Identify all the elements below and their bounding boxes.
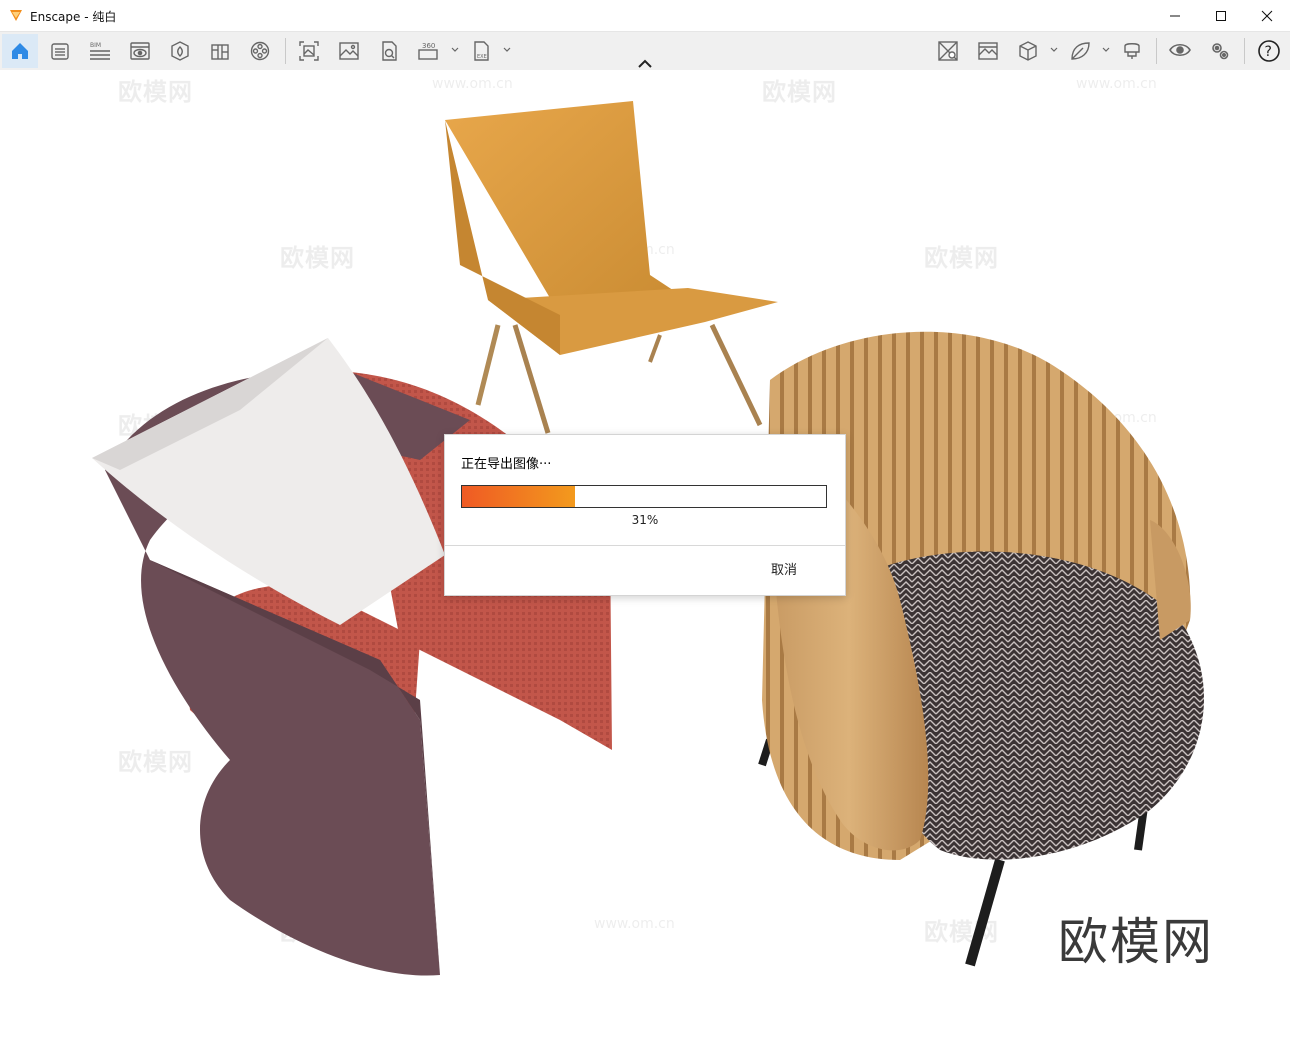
dialog-title: 正在导出图像··· bbox=[461, 457, 552, 472]
leaf-icon bbox=[1071, 42, 1090, 60]
brand-watermark: 欧模网 bbox=[1058, 913, 1214, 971]
toolbar-divider bbox=[1244, 38, 1245, 64]
window-title: Enscape - 纯白 bbox=[30, 10, 117, 24]
svg-text:?: ? bbox=[1265, 44, 1272, 60]
close-icon bbox=[1261, 10, 1273, 21]
views-icon bbox=[130, 42, 150, 60]
bim-button[interactable]: BIM bbox=[82, 34, 118, 68]
armchair-right bbox=[758, 331, 1204, 967]
progress-bar bbox=[461, 485, 827, 508]
vr-button[interactable] bbox=[1114, 34, 1150, 68]
wooden-chair bbox=[445, 101, 778, 434]
screenshot-icon bbox=[299, 41, 319, 61]
gears-icon bbox=[1212, 43, 1229, 60]
toolbar-divider bbox=[285, 38, 286, 64]
360-button[interactable]: 360 bbox=[411, 34, 447, 68]
screenshot-button[interactable] bbox=[291, 34, 327, 68]
close-button[interactable] bbox=[1244, 0, 1290, 31]
image-icon bbox=[339, 42, 359, 60]
cube-icon bbox=[1019, 41, 1037, 61]
bim-icon: BIM bbox=[90, 42, 110, 60]
atmosphere-icon bbox=[978, 42, 998, 60]
toolbar-divider bbox=[1156, 38, 1157, 64]
help-button[interactable]: ? bbox=[1251, 34, 1287, 68]
material-icon bbox=[938, 41, 958, 61]
render-image-button[interactable] bbox=[331, 34, 367, 68]
leaf-button[interactable] bbox=[1062, 34, 1098, 68]
chevron-down-icon[interactable] bbox=[1050, 46, 1058, 54]
home-icon bbox=[12, 43, 28, 59]
settings-list-icon bbox=[51, 43, 69, 60]
assets-button[interactable] bbox=[162, 34, 198, 68]
library-icon bbox=[211, 44, 229, 60]
dialog-divider bbox=[445, 545, 845, 546]
minimize-button[interactable] bbox=[1152, 0, 1198, 31]
eye-icon bbox=[1169, 43, 1191, 57]
svg-text:360: 360 bbox=[422, 42, 435, 50]
cancel-button[interactable]: 取消 bbox=[771, 559, 797, 578]
enscape-logo-icon bbox=[10, 10, 22, 21]
title-bar: Enscape - 纯白 bbox=[0, 0, 1290, 32]
settings-list-button[interactable] bbox=[42, 34, 78, 68]
help-icon: ? bbox=[1258, 40, 1280, 62]
material-button[interactable] bbox=[930, 34, 966, 68]
visibility-button[interactable] bbox=[1162, 34, 1198, 68]
panorama-button[interactable] bbox=[371, 34, 407, 68]
chevron-down-icon[interactable] bbox=[451, 46, 459, 54]
home-button[interactable] bbox=[2, 34, 38, 68]
svg-text:BIM: BIM bbox=[90, 42, 101, 49]
progress-percent: 31% bbox=[631, 513, 659, 527]
collapse-toolbar-icon[interactable] bbox=[636, 58, 654, 70]
vr-icon bbox=[1124, 43, 1140, 59]
views-button[interactable] bbox=[122, 34, 158, 68]
settings-button[interactable] bbox=[1202, 34, 1238, 68]
svg-text:EXE: EXE bbox=[477, 54, 487, 60]
video-editor-button[interactable] bbox=[242, 34, 278, 68]
export-progress-dialog: 正在导出图像··· 31% 取消 bbox=[444, 434, 846, 596]
file-render-icon bbox=[382, 41, 397, 61]
exe-export-icon: EXE bbox=[474, 41, 489, 61]
video-editor-icon bbox=[250, 41, 270, 61]
360-icon: 360 bbox=[418, 42, 438, 60]
progress-fill bbox=[462, 486, 575, 507]
maximize-button[interactable] bbox=[1198, 0, 1244, 31]
atmosphere-button[interactable] bbox=[970, 34, 1006, 68]
library-button[interactable] bbox=[202, 34, 238, 68]
minimize-icon bbox=[1170, 15, 1180, 16]
exe-export-button[interactable]: EXE bbox=[463, 34, 499, 68]
assets-icon bbox=[171, 41, 189, 61]
chevron-down-icon[interactable] bbox=[1102, 46, 1110, 54]
maximize-icon bbox=[1216, 10, 1226, 21]
cube-button[interactable] bbox=[1010, 34, 1046, 68]
chevron-down-icon[interactable] bbox=[503, 46, 511, 54]
